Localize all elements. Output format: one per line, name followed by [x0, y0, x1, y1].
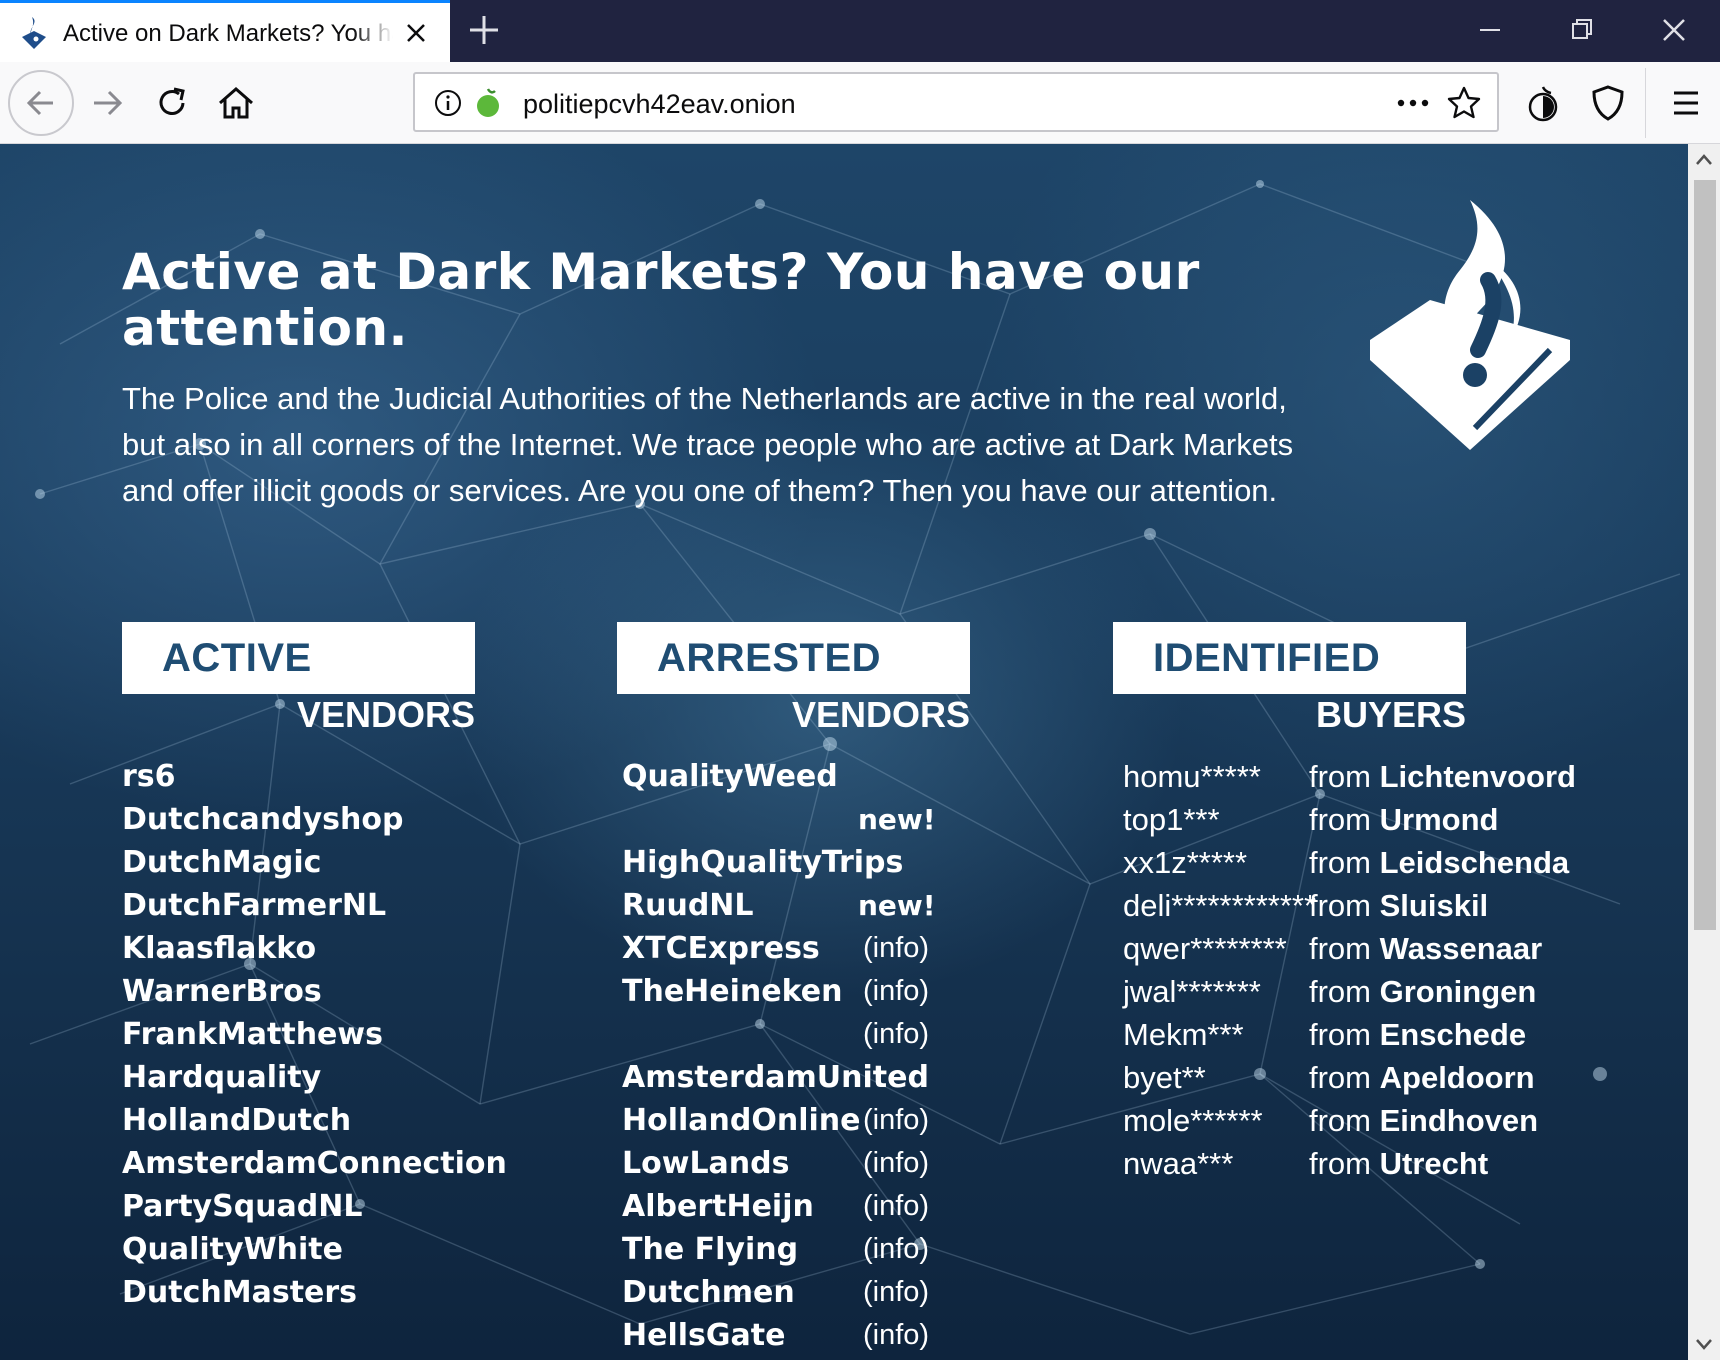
info-link: (info)	[863, 1276, 930, 1308]
list-item[interactable]: new!	[622, 798, 952, 841]
scroll-down-arrow-icon[interactable]	[1694, 1336, 1714, 1352]
restore-icon[interactable]	[1562, 10, 1602, 50]
list-item: rs6	[122, 759, 176, 794]
onion-icon	[477, 88, 499, 117]
home-icon[interactable]	[214, 81, 258, 125]
active-vendors-header: ACTIVE VENDORS	[122, 622, 602, 736]
list-item: deli************ from Sluiskil	[1123, 888, 1489, 923]
arrested-box: ARRESTED	[617, 622, 970, 694]
url-text: politiepcvh42eav.onion	[523, 89, 796, 119]
more-actions-icon[interactable]	[1393, 90, 1433, 116]
info-icon[interactable]	[433, 88, 463, 118]
list-item: homu***** from Lichtenvoord	[1123, 759, 1576, 794]
close-icon[interactable]	[400, 17, 432, 49]
list-item: QualityWhite	[122, 1232, 343, 1267]
identified-buyers-header: IDENTIFIED BUYERS	[1113, 622, 1593, 736]
list-item: WarnerBros	[122, 974, 322, 1009]
active-vendors-list: rs6 Dutchcandyshop DutchMagic DutchFarme…	[122, 755, 507, 1314]
identified-subtitle: BUYERS	[1315, 694, 1466, 735]
url-bar[interactable]: politiepcvh42eav.onion	[413, 72, 1499, 132]
info-link: (info)	[863, 1233, 930, 1265]
info-link: (info)	[863, 975, 930, 1007]
info-link: (info)	[863, 1147, 930, 1179]
list-item[interactable]: HollandOnline (info)	[622, 1099, 952, 1142]
list-item[interactable]: Dutchmen (info)	[622, 1271, 952, 1314]
list-item: PartySquadNL	[122, 1189, 363, 1224]
list-item: HollandDutch	[122, 1103, 352, 1138]
tor-circuit-icon[interactable]	[1521, 81, 1565, 125]
minimize-icon[interactable]	[1470, 10, 1510, 50]
intro-paragraph: The Police and the Judicial Authorities …	[122, 381, 1294, 508]
close-window-icon[interactable]	[1654, 10, 1694, 50]
list-item: Dutchcandyshop	[122, 802, 404, 837]
list-item[interactable]: QualityWeed	[622, 755, 952, 798]
list-item: mole****** from Eindhoven	[1123, 1103, 1539, 1138]
toolbar-divider	[1645, 68, 1646, 138]
list-item[interactable]: HighQualityTrips	[622, 841, 952, 884]
vertical-scrollbar[interactable]	[1688, 144, 1720, 1360]
navigation-toolbar: politiepcvh42eav.onion	[0, 62, 1720, 144]
browser-titlebar: Active on Dark Markets? You have our att…	[0, 0, 1720, 62]
back-button[interactable]	[8, 70, 74, 136]
hamburger-menu-icon[interactable]	[1664, 81, 1708, 125]
list-item: AmsterdamConnection	[122, 1146, 507, 1181]
shield-icon[interactable]	[1586, 81, 1630, 125]
active-tab[interactable]: Active on Dark Markets? You have our att…	[0, 0, 450, 62]
page-headline: Active at Dark Markets? You have our att…	[122, 243, 1200, 357]
list-item: jwal******* from Groningen	[1123, 974, 1537, 1009]
list-item: DutchFarmerNL	[122, 888, 387, 923]
list-item[interactable]: LowLands (info)	[622, 1142, 952, 1185]
list-item: nwaa*** from Utrecht	[1123, 1146, 1489, 1181]
info-link: (info)	[863, 1018, 930, 1050]
list-item: Klaasflakko	[122, 931, 317, 966]
plus-icon[interactable]	[466, 12, 502, 48]
tab-title: Active on Dark Markets? You have our att…	[63, 20, 393, 47]
list-item: FrankMatthews	[122, 1017, 383, 1052]
dutch-police-flame-logo	[1370, 200, 1570, 450]
list-item: qwer******** from Wassenaar	[1123, 931, 1543, 966]
info-link: (info)	[863, 932, 930, 964]
arrested-vendors-list: QualityWeed new! HighQualityTrips RuudNL…	[622, 755, 952, 1357]
info-link: (info)	[863, 1104, 930, 1136]
list-item[interactable]: HellsGate (info)	[622, 1314, 952, 1357]
info-link: (info)	[863, 1319, 930, 1351]
list-item[interactable]: AmsterdamUnited	[622, 1056, 952, 1099]
list-item: DutchMagic	[122, 845, 322, 880]
back-arrow-icon	[26, 90, 53, 116]
active-box: ACTIVE	[122, 622, 475, 694]
info-link: (info)	[863, 1190, 930, 1222]
list-item: byet** from Apeldoorn	[1123, 1060, 1535, 1095]
list-item[interactable]: RuudNL new!	[622, 884, 952, 927]
identified-buyers-list: homu***** from Lichtenvoord top1*** from U…	[1123, 755, 1576, 1185]
identified-box: IDENTIFIED	[1113, 622, 1466, 694]
scrollbar-thumb[interactable]	[1694, 180, 1716, 930]
bookmark-star-icon[interactable]	[1445, 84, 1483, 122]
list-item: Mekm*** from Enschede	[1123, 1017, 1527, 1052]
list-item[interactable]: AlbertHeijn (info)	[622, 1185, 952, 1228]
list-item[interactable]: TheHeineken (info)	[622, 970, 952, 1013]
active-subtitle: VENDORS	[296, 694, 475, 735]
list-item: xx1z***** from Leidschenda	[1123, 845, 1570, 880]
list-item[interactable]: (info)	[622, 1013, 952, 1056]
arrested-subtitle: VENDORS	[791, 694, 970, 735]
police-flame-favicon	[22, 17, 46, 49]
scroll-up-arrow-icon[interactable]	[1694, 152, 1714, 168]
arrested-vendors-header: ARRESTED VENDORS	[617, 622, 1097, 736]
page-viewport: Active at Dark Markets? You have our att…	[0, 144, 1688, 1360]
new-badge: new!	[858, 803, 936, 836]
new-badge: new!	[858, 889, 936, 922]
list-item: Hardquality	[122, 1060, 322, 1095]
forward-arrow-icon[interactable]	[86, 81, 130, 125]
list-item: DutchMasters	[122, 1275, 358, 1310]
list-item[interactable]: The Flying (info)	[622, 1228, 952, 1271]
list-item[interactable]: XTCExpress (info)	[622, 927, 952, 970]
reload-icon[interactable]	[150, 81, 194, 125]
list-item: top1*** from Urmond	[1123, 802, 1499, 837]
